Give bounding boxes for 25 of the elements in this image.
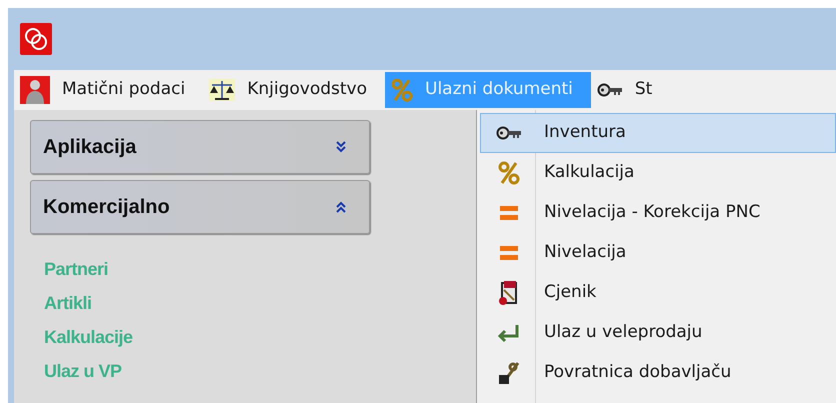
section-header[interactable]: Aplikacija — [30, 120, 370, 174]
dropdown-item[interactable]: Povratnica dobavljaču — [480, 353, 836, 393]
dropdown-item[interactable]: Cjenik — [480, 273, 836, 313]
equals-icon — [500, 246, 518, 260]
app-logo-icon — [20, 23, 52, 55]
dropdown-item[interactable]: Inventura — [480, 113, 836, 153]
collapse-icon[interactable] — [335, 201, 347, 213]
menu-bar-item[interactable]: Matični podaci — [14, 72, 204, 108]
dropdown-item[interactable]: Nivelacija — [480, 233, 836, 273]
key-icon — [496, 126, 522, 140]
menu-bar-item[interactable]: Knjigovodstvo — [203, 72, 385, 108]
expand-icon[interactable] — [335, 141, 347, 153]
dropdown-item[interactable]: Ulaz u veleprodaju — [480, 313, 836, 353]
scale-icon — [209, 79, 236, 101]
dropdown-item[interactable]: Nivelacija - Korekcija PNC — [480, 193, 836, 233]
figure-icon — [20, 76, 50, 104]
return-arrow-icon — [496, 323, 520, 343]
section-header[interactable]: Komercijalno — [30, 180, 370, 234]
section-title: Aplikacija — [43, 135, 136, 160]
section-title: Komercijalno — [43, 195, 170, 220]
menu-bar-item[interactable]: St — [590, 72, 670, 108]
equals-icon — [500, 206, 518, 220]
document-icon — [498, 280, 520, 306]
dropdown-item[interactable]: Kalkulacija — [480, 153, 836, 193]
key-icon — [596, 83, 623, 97]
